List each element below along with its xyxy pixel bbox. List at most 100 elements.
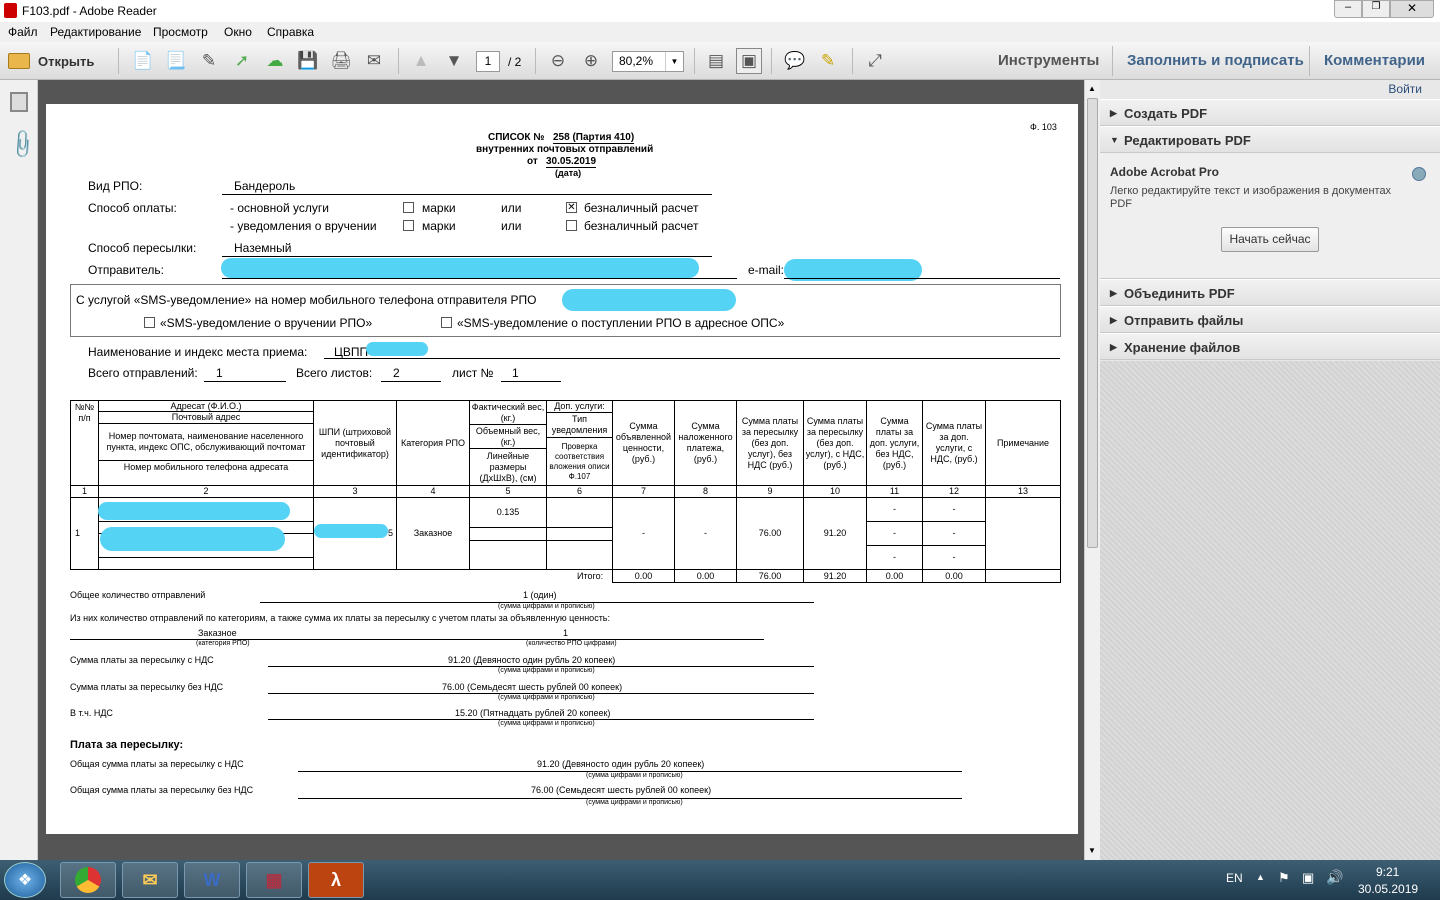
- fee-title: Плата за пересылку:: [70, 739, 184, 751]
- upload-icon[interactable]: ☁: [262, 48, 288, 74]
- row-note: [985, 497, 1061, 570]
- page-total: / 2: [508, 55, 522, 69]
- checkbox-cashless-main[interactable]: ✕: [566, 202, 577, 213]
- row-c7: -: [612, 497, 675, 570]
- redacted-place: [366, 342, 428, 356]
- sum-novat-label: Сумма платы за пересылку без НДС: [70, 682, 224, 692]
- tab-fill-sign[interactable]: Заполнить и подписать: [1127, 52, 1304, 69]
- folder-icon: [8, 53, 30, 69]
- by-category-label: Из них количество отправлений по категор…: [70, 613, 610, 623]
- menu-window[interactable]: Окно: [224, 25, 252, 39]
- zoom-in-icon[interactable]: ⊕: [578, 48, 604, 74]
- fullscreen-icon[interactable]: ⤢: [862, 48, 888, 74]
- th-c7: Сумма объявленной ценности, (руб.): [612, 400, 675, 486]
- section-store-files[interactable]: ▶ Хранение файлов: [1100, 333, 1440, 360]
- sheets-label: Всего листов:: [296, 366, 373, 380]
- itogo-label: Итого:: [577, 571, 604, 581]
- zoom-select[interactable]: 80,2% ▼: [612, 51, 684, 72]
- redacted-phone: [562, 289, 736, 311]
- checkbox-sms-arrival[interactable]: [441, 317, 452, 328]
- menu-help[interactable]: Справка: [267, 25, 314, 39]
- caption: (сумма цифрами и прописью): [586, 799, 683, 806]
- fit-width-icon[interactable]: ▤: [703, 48, 729, 74]
- clock-time[interactable]: 9:21: [1376, 865, 1399, 879]
- section-edit-pdf[interactable]: ▼ Редактировать PDF: [1100, 126, 1440, 153]
- section-create-pdf[interactable]: ▶ Создать PDF: [1100, 99, 1440, 126]
- row-c11: -: [866, 521, 923, 546]
- export-pdf-icon[interactable]: 📃: [163, 48, 189, 74]
- adobe-reader-icon[interactable]: λ: [308, 862, 364, 898]
- highlight-icon[interactable]: ✎: [815, 48, 841, 74]
- comment-icon[interactable]: 💬: [782, 48, 808, 74]
- info-icon[interactable]: [1412, 167, 1426, 181]
- start-button[interactable]: ❖: [4, 862, 46, 898]
- redacted-address: [100, 527, 285, 551]
- close-button[interactable]: ✕: [1390, 0, 1434, 18]
- minimize-button[interactable]: –: [1334, 0, 1362, 18]
- row-c12: -: [922, 521, 986, 546]
- language-indicator[interactable]: EN: [1226, 871, 1243, 885]
- payment-notice: - уведомления о вручении: [230, 219, 377, 233]
- row-category: Заказное: [396, 497, 470, 570]
- outlook-icon[interactable]: ✉: [122, 862, 178, 898]
- tab-tools[interactable]: Инструменты: [998, 52, 1099, 69]
- menu-file[interactable]: Файл: [8, 25, 38, 39]
- scroll-down-arrow[interactable]: ▼: [1088, 846, 1096, 855]
- total-c10: 91.20: [803, 569, 867, 583]
- network-icon[interactable]: ▣: [1302, 870, 1314, 886]
- open-button[interactable]: Открыть: [8, 49, 94, 73]
- clock-date[interactable]: 30.05.2019: [1358, 882, 1418, 896]
- section-send-files[interactable]: ▶ Отправить файлы: [1100, 306, 1440, 333]
- scroll-thumb[interactable]: [1087, 98, 1098, 548]
- menu-bar: Файл Редактирование Просмотр Окно Справк…: [0, 22, 1440, 42]
- pdf-page: Ф. 103 СПИСОК № 258 (Партия 410) внутрен…: [46, 104, 1078, 834]
- checkbox-sms-delivery[interactable]: [144, 317, 155, 328]
- word-icon[interactable]: W: [184, 862, 240, 898]
- start-now-button[interactable]: Начать сейчас: [1221, 227, 1319, 252]
- show-hidden-icon[interactable]: ▲: [1256, 872, 1265, 882]
- total-c9: 76.00: [736, 569, 804, 583]
- row-notice: [546, 497, 613, 528]
- sum-vat-label: Сумма платы за пересылку с НДС: [70, 655, 214, 665]
- winrar-icon[interactable]: ▦: [246, 862, 302, 898]
- menu-edit[interactable]: Редактирование: [50, 25, 141, 39]
- volume-icon[interactable]: 🔊: [1326, 869, 1343, 886]
- triangle-down-icon: ▼: [1110, 135, 1119, 145]
- section-merge-pdf[interactable]: ▶ Объединить PDF: [1100, 279, 1440, 306]
- checkbox-marks-main[interactable]: [403, 202, 414, 213]
- scroll-up-arrow[interactable]: ▲: [1088, 84, 1096, 93]
- th-addr4: Номер мобильного телефона адресата: [98, 460, 314, 486]
- navigation-pane: 📎: [0, 80, 40, 860]
- chrome-icon[interactable]: [60, 862, 116, 898]
- login-link[interactable]: Войти: [1388, 82, 1422, 96]
- save-icon[interactable]: 💾: [295, 48, 321, 74]
- create-pdf-icon[interactable]: 📄: [130, 48, 156, 74]
- row-addr: [98, 557, 314, 570]
- fit-page-icon[interactable]: ▣: [736, 48, 762, 74]
- print-icon[interactable]: 🖨: [328, 48, 354, 74]
- acrobat-promo: Adobe Acrobat Pro Легко редактируйте тек…: [1100, 153, 1440, 279]
- prev-page-icon[interactable]: ▲: [408, 48, 434, 74]
- attachment-icon[interactable]: 📎: [5, 127, 40, 162]
- maximize-button[interactable]: ❐: [1362, 0, 1390, 18]
- flag-icon[interactable]: ⚑: [1278, 870, 1290, 886]
- category-count: 1: [563, 628, 569, 638]
- sheet-label: лист №: [452, 366, 494, 380]
- edit-pdf-icon[interactable]: ✎: [196, 48, 222, 74]
- page-number-input[interactable]: 1: [476, 51, 500, 72]
- redacted-sender: [221, 258, 699, 278]
- menu-view[interactable]: Просмотр: [153, 25, 208, 39]
- pages-icon[interactable]: [10, 92, 28, 112]
- vertical-scrollbar[interactable]: ▲ ▼: [1084, 80, 1100, 860]
- checkbox-cashless-notice[interactable]: [566, 220, 577, 231]
- vat-value: 15.20 (Пятнадцать рублей 20 копеек): [455, 708, 611, 718]
- fee-novat: 76.00 (Семьдесят шесть рублей 00 копеек): [531, 785, 712, 795]
- acrobat-desc-2: PDF: [1110, 198, 1132, 210]
- tab-comments[interactable]: Комментарии: [1324, 52, 1425, 69]
- next-page-icon[interactable]: ▼: [441, 48, 467, 74]
- share-icon[interactable]: ➚: [229, 48, 255, 74]
- total-c7: 0.00: [612, 569, 675, 583]
- email-icon[interactable]: ✉: [361, 48, 387, 74]
- checkbox-marks-notice[interactable]: [403, 220, 414, 231]
- zoom-out-icon[interactable]: ⊖: [545, 48, 571, 74]
